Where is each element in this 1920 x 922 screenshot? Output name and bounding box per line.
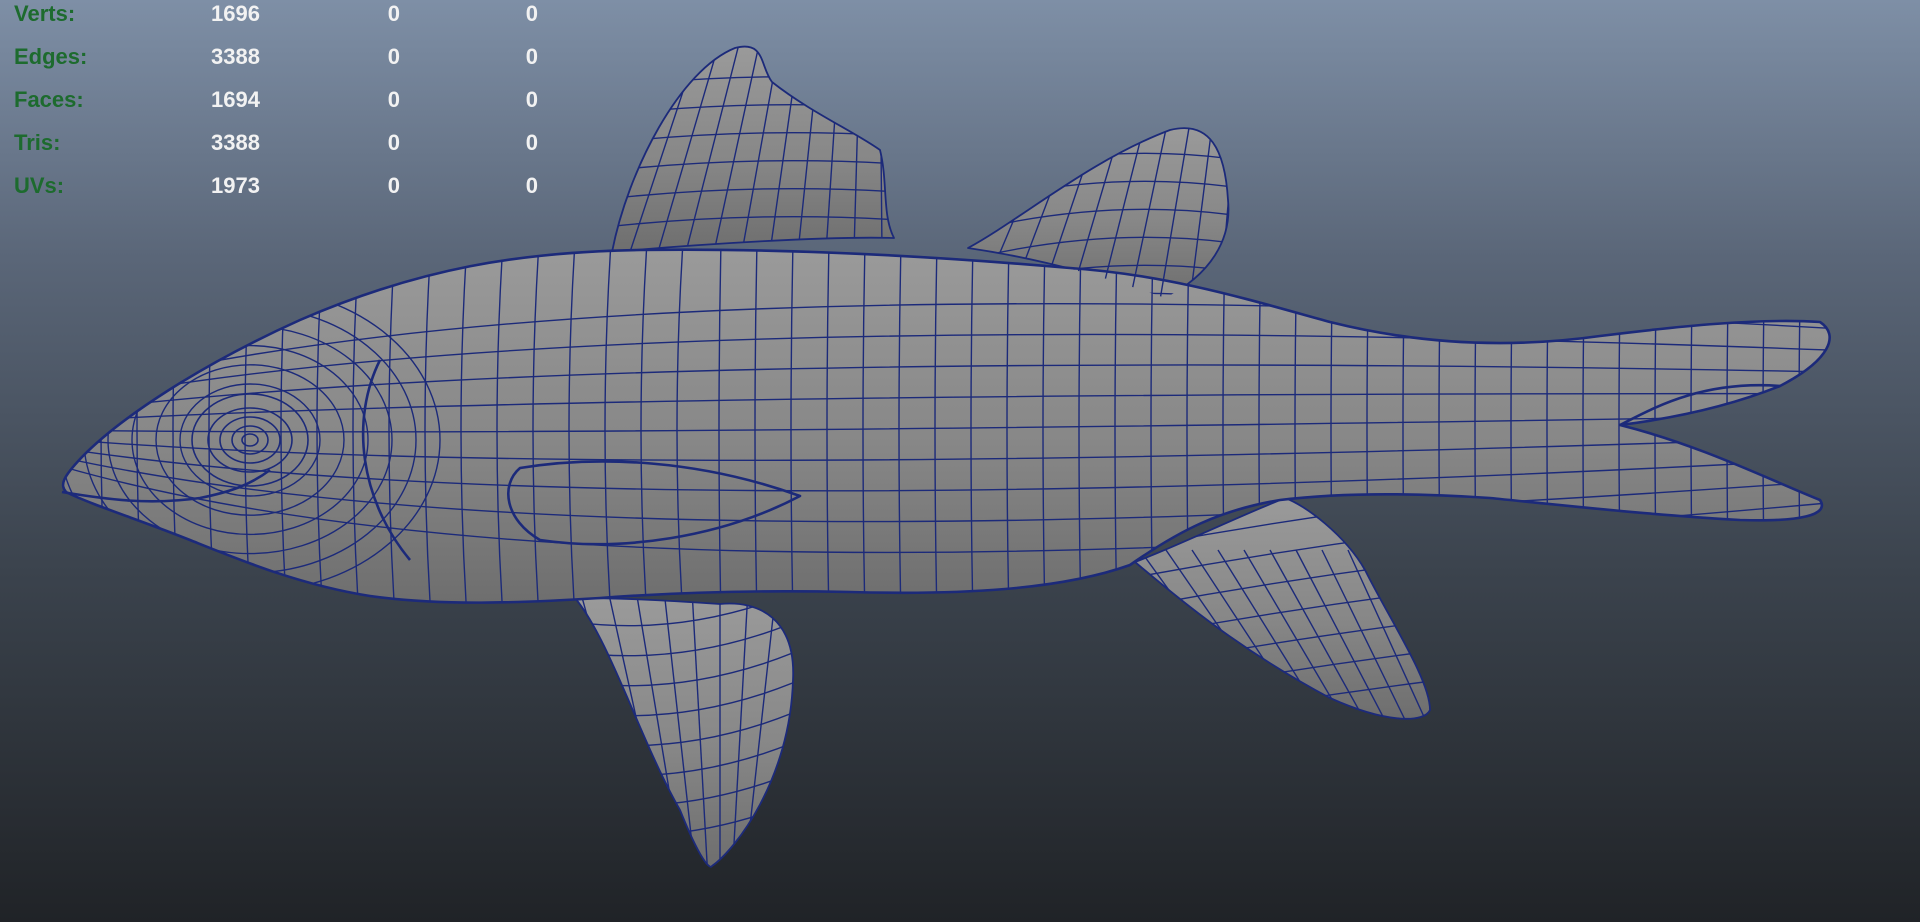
hud-row-tris: Tris: 3388 0 0 bbox=[0, 129, 560, 163]
edges-value-1: 3388 bbox=[211, 44, 260, 69]
fish-body bbox=[62, 248, 1831, 604]
verts-value-2: 0 bbox=[387, 1, 400, 26]
faces-label: Faces: bbox=[14, 87, 84, 112]
verts-label: Verts: bbox=[14, 1, 76, 26]
mesh-edge bbox=[1726, 249, 1731, 603]
edges-label: Edges: bbox=[14, 44, 88, 69]
faces-value-2: 0 bbox=[387, 87, 400, 112]
hud-row-edges: Edges: 3388 0 0 bbox=[0, 43, 560, 77]
3d-viewport[interactable]: Verts: 1696 0 0 Edges: 3388 0 0 Faces: 1… bbox=[0, 0, 1920, 922]
hud-row-verts: Verts: 1696 0 0 bbox=[0, 0, 560, 34]
edges-value-2: 0 bbox=[387, 44, 400, 69]
mesh-edge bbox=[1690, 249, 1695, 603]
faces-value-1: 1694 bbox=[211, 87, 260, 112]
verts-value-3: 0 bbox=[525, 1, 538, 26]
edges-value-3: 0 bbox=[525, 44, 538, 69]
mesh-edge bbox=[1762, 249, 1767, 603]
hud-row-uvs: UVs: 1973 0 0 bbox=[0, 172, 560, 206]
poly-count-hud: Verts: 1696 0 0 Edges: 3388 0 0 Faces: 1… bbox=[0, 0, 560, 205]
uvs-value-2: 0 bbox=[387, 173, 400, 198]
hud-row-faces: Faces: 1694 0 0 bbox=[0, 86, 560, 120]
tris-label: Tris: bbox=[14, 130, 61, 155]
uvs-label: UVs: bbox=[14, 173, 65, 198]
tris-value-2: 0 bbox=[387, 130, 400, 155]
mesh-edge bbox=[1798, 249, 1803, 603]
faces-value-3: 0 bbox=[525, 87, 538, 112]
mesh-edge bbox=[100, 249, 111, 603]
tris-value-1: 3388 bbox=[211, 130, 260, 155]
uvs-value-3: 0 bbox=[525, 173, 538, 198]
tris-value-3: 0 bbox=[525, 130, 538, 155]
mesh-edge bbox=[1654, 249, 1659, 603]
verts-value-1: 1696 bbox=[211, 1, 260, 26]
uvs-value-1: 1973 bbox=[211, 173, 260, 198]
